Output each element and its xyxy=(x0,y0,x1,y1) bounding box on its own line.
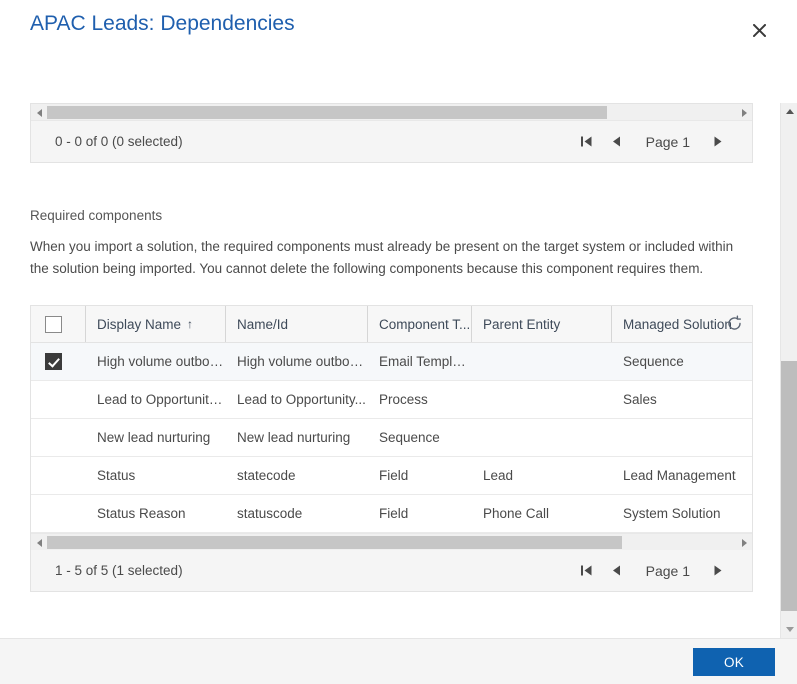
required-grid-pager: 1 - 5 of 5 (1 selected) Page 1 xyxy=(31,550,752,591)
required-grid-horizontal-scrollbar[interactable] xyxy=(31,533,752,550)
cell-display-name: High volume outbou... xyxy=(85,342,225,381)
previous-page-icon[interactable] xyxy=(604,558,630,584)
top-grid-hscroll-thumb[interactable] xyxy=(47,106,607,119)
top-grid-page-label: Page 1 xyxy=(645,133,690,150)
next-page-glyph xyxy=(714,565,721,576)
cell-managed-solution xyxy=(611,418,752,457)
cell-component-type: Field xyxy=(367,494,471,533)
cell-component-type: Process xyxy=(367,380,471,419)
column-header-managed-solution-label: Managed Solution xyxy=(623,316,732,332)
next-page-icon[interactable] xyxy=(704,558,730,584)
required-grid-page-label: Page 1 xyxy=(645,562,690,579)
column-header-managed-solution[interactable]: Managed Solution xyxy=(611,306,752,343)
cell-parent-entity xyxy=(471,380,611,419)
cell-name-id: New lead nurturing xyxy=(225,418,367,457)
dependent-components-grid: 0 - 0 of 0 (0 selected) Page 1 xyxy=(30,103,753,163)
row-select-cell xyxy=(31,456,85,495)
cell-component-type: Sequence xyxy=(367,418,471,457)
scroll-right-arrow-icon[interactable] xyxy=(736,534,752,551)
column-header-parent-entity-label: Parent Entity xyxy=(483,316,561,332)
cell-managed-solution: Sequence xyxy=(611,342,752,381)
required-components-table: Display Name ↑ Name/Id Component T... Pa… xyxy=(31,306,752,533)
required-grid-hscroll-thumb[interactable] xyxy=(47,536,622,549)
refresh-spinner-glyph xyxy=(728,315,741,330)
page-title: APAC Leads: Dependencies xyxy=(30,12,295,35)
required-grid-pager-nav: Page 1 xyxy=(574,550,730,591)
cell-component-type: Field xyxy=(367,456,471,495)
column-header-name-id-label: Name/Id xyxy=(237,316,289,332)
table-header-row: Display Name ↑ Name/Id Component T... Pa… xyxy=(31,306,752,343)
next-page-icon[interactable] xyxy=(704,129,730,155)
cell-managed-solution: Sales xyxy=(611,380,752,419)
required-grid-record-count: 1 - 5 of 5 (1 selected) xyxy=(55,563,183,578)
top-grid-pager: 0 - 0 of 0 (0 selected) Page 1 xyxy=(31,121,752,162)
close-icon[interactable] xyxy=(743,14,775,46)
previous-page-icon[interactable] xyxy=(604,129,630,155)
row-select-cell xyxy=(31,418,85,457)
cell-display-name: New lead nurturing xyxy=(85,418,225,457)
select-all-header xyxy=(31,306,85,343)
top-grid-record-count: 0 - 0 of 0 (0 selected) xyxy=(55,134,183,149)
previous-page-glyph xyxy=(613,565,621,576)
table-body: High volume outbou... High volume outbou… xyxy=(31,342,752,533)
cell-name-id: Lead to Opportunity... xyxy=(225,380,367,419)
first-page-icon[interactable] xyxy=(574,129,600,155)
dependencies-dialog: APAC Leads: Dependencies 0 - 0 of 0 (0 s… xyxy=(0,0,797,684)
cell-component-type: Email Template xyxy=(367,342,471,381)
select-all-checkbox[interactable] xyxy=(45,315,62,333)
dialog-body: 0 - 0 of 0 (0 selected) Page 1 Required … xyxy=(0,60,797,638)
column-header-name-id[interactable]: Name/Id xyxy=(225,306,367,343)
refresh-spinner-icon[interactable] xyxy=(726,315,744,333)
column-header-display-name-label: Display Name xyxy=(97,316,182,332)
cell-parent-entity: Lead xyxy=(471,456,611,495)
cell-managed-solution: System Solution xyxy=(611,494,752,533)
table-row[interactable]: Status statecode Field Lead Lead Managem… xyxy=(31,456,752,495)
cell-display-name: Lead to Opportunity... xyxy=(85,380,225,419)
next-page-glyph xyxy=(714,136,721,147)
scroll-up-arrow-icon[interactable] xyxy=(781,103,797,120)
table-row[interactable]: New lead nurturing New lead nurturing Se… xyxy=(31,418,752,457)
row-select-cell xyxy=(31,380,85,419)
scroll-left-arrow-icon[interactable] xyxy=(31,534,47,551)
row-select-cell xyxy=(31,342,85,381)
scroll-right-arrow-icon[interactable] xyxy=(736,104,752,121)
top-grid-pager-nav: Page 1 xyxy=(574,121,730,162)
cell-name-id: High volume outbou... xyxy=(225,342,367,381)
required-components-label: Required components xyxy=(30,208,163,223)
required-components-description: When you import a solution, the required… xyxy=(30,239,734,276)
first-page-icon[interactable] xyxy=(574,558,600,584)
close-glyph xyxy=(752,23,766,37)
cell-display-name: Status xyxy=(85,456,225,495)
cell-name-id: statuscode xyxy=(225,494,367,533)
column-header-component-type-label: Component T... xyxy=(379,316,471,332)
column-header-display-name[interactable]: Display Name ↑ xyxy=(85,306,225,343)
table-row[interactable]: Status Reason statuscode Field Phone Cal… xyxy=(31,494,752,533)
scroll-down-arrow-icon[interactable] xyxy=(781,621,797,638)
first-page-glyph xyxy=(581,136,592,147)
cell-name-id: statecode xyxy=(225,456,367,495)
first-page-glyph xyxy=(581,565,592,576)
top-grid-horizontal-scrollbar[interactable] xyxy=(31,104,752,121)
cell-managed-solution: Lead Management xyxy=(611,456,752,495)
column-header-component-type[interactable]: Component T... xyxy=(367,306,471,343)
cell-parent-entity xyxy=(471,342,611,381)
previous-page-glyph xyxy=(613,136,621,147)
cell-parent-entity: Phone Call xyxy=(471,494,611,533)
cell-parent-entity xyxy=(471,418,611,457)
scroll-left-arrow-icon[interactable] xyxy=(31,104,47,121)
table-row[interactable]: Lead to Opportunity... Lead to Opportuni… xyxy=(31,380,752,419)
row-select-cell xyxy=(31,494,85,533)
cell-display-name: Status Reason xyxy=(85,494,225,533)
row-checkbox[interactable] xyxy=(45,353,62,370)
sort-ascending-icon: ↑ xyxy=(187,317,194,331)
ok-button[interactable]: OK xyxy=(693,648,775,676)
vertical-scroll-thumb[interactable] xyxy=(781,361,797,611)
required-components-grid: Display Name ↑ Name/Id Component T... Pa… xyxy=(30,305,753,592)
dialog-vertical-scrollbar[interactable] xyxy=(780,103,797,638)
table-row[interactable]: High volume outbou... High volume outbou… xyxy=(31,342,752,381)
dialog-footer: OK xyxy=(0,638,797,684)
column-header-parent-entity[interactable]: Parent Entity xyxy=(471,306,611,343)
